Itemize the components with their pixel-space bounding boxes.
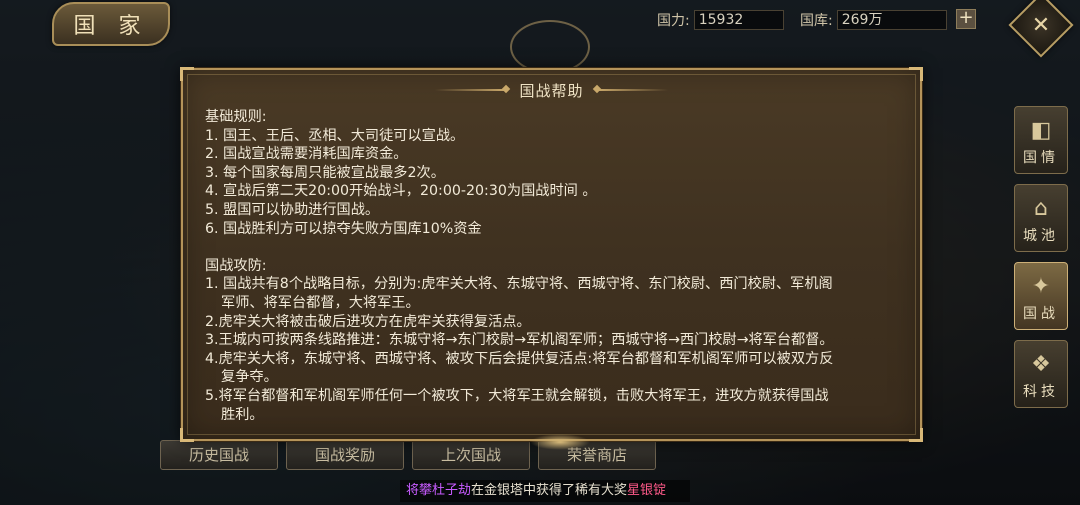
tab-last-war[interactable]: 上次国战 [412,440,530,470]
treasury-display: 国库: 269万 [800,9,947,31]
corner-ornament [180,428,194,442]
basic-rule-item: 2. 国战宣战需要消耗国库资金。 [205,146,408,163]
tab-war-history[interactable]: 历史国战 [160,440,278,470]
tab-war-rewards[interactable]: 国战奖励 [286,440,404,470]
basic-rule-item: 3. 每个国家每周只能被宣战最多2次。 [205,164,445,181]
close-icon: ✕ [1031,12,1051,38]
marquee-player: 将攀杜子劫 [406,483,472,498]
side-tab-country-info[interactable]: ◧ 国情 [1014,106,1068,174]
attack-rule-line: 5.将军台都督和军机阁军师任何一个被攻下，大将军王就会解锁，击败大将军王，进攻方… [205,387,829,404]
attack-rule-line: 3.王城内可按两条线路推进：东城守将→东门校尉→军机阁军师；西城守将→西门校尉→… [205,332,834,349]
side-tab-cities[interactable]: ⌂ 城池 [1014,184,1068,252]
attack-rule-item: 4.虎牢关大将，东城守将、西城守将、被攻下后会提供复活点:将军台都督和军机阁军师… [205,350,898,387]
dialog-title-bar: 国战帮助 [183,78,920,102]
attack-rule-item: 3.王城内可按两条线路推进：东城守将→东门校尉→军机阁军师；西城守将→西门校尉→… [205,331,898,350]
city-gate-icon: ⌂ [1034,196,1048,221]
page-title: 国 家 [52,2,170,46]
basic-rule-item: 6. 国战胜利方可以掠夺失败方国库10%资金 [205,220,482,237]
top-ornament [510,20,590,74]
treasury-add-button[interactable]: + [956,9,976,29]
broadcast-marquee: 将攀杜子劫在金银塔中获得了稀有大奖星银锭 [400,480,690,502]
national-power-display: 国力: 15932 [657,9,784,31]
tech-icon: ❖ [1031,352,1051,377]
side-tab-label: 国情 [1023,150,1059,166]
attack-rule-item: 1. 国战共有8个战略目标，分别为:虎牢关大将、东城守将、西城守将、东门校尉、西… [205,275,898,312]
dialog-body: 基础规则: 1. 国王、王后、丞相、大司徒可以宣战。 2. 国战宣战需要消耗国库… [205,108,898,424]
side-tab-label: 城池 [1023,228,1059,244]
book-icon: ◧ [1030,118,1052,143]
attack-rule-continuation: 胜利。 [221,406,264,423]
bottom-ornament [530,434,590,450]
attack-rule-item: 2.虎牢关大将被击破后进攻方在虎牢关获得复活点。 [205,313,898,332]
basic-rule-item: 1. 国王、王后、丞相、大司徒可以宣战。 [205,127,465,144]
marquee-prize: 星银锭 [627,483,667,498]
treasury-label: 国库: [800,13,833,29]
side-tab-national-war[interactable]: ✦ 国战 [1014,262,1068,330]
title-ornament-right [597,89,668,91]
marquee-text: 在金银塔中获得了稀有大奖 [471,483,628,498]
attack-rule-line: 2.虎牢关大将被击破后进攻方在虎牢关获得复活点。 [205,313,531,330]
treasury-value: 269万 [836,10,947,30]
attack-rule-continuation: 军师、将军台都督，大将军王。 [221,294,420,311]
side-tab-label: 科技 [1023,384,1059,400]
national-power-label: 国力: [657,13,690,29]
attack-rule-item: 5.将军台都督和军机阁军师任何一个被攻下，大将军王就会解锁，击败大将军王，进攻方… [205,387,898,424]
attack-rule-line: 4.虎牢关大将，东城守将、西城守将、被攻下后会提供复活点:将军台都督和军机阁军师… [205,350,834,367]
basic-rule-item: 5. 盟国可以协助进行国战。 [205,201,380,218]
national-power-value: 15932 [693,10,784,30]
dialog-title: 国战帮助 [519,81,584,100]
help-dialog: 国战帮助 基础规则: 1. 国王、王后、丞相、大司徒可以宣战。 2. 国战宣战需… [180,67,923,442]
battle-icon: ✦ [1031,274,1051,299]
attack-rule-line: 1. 国战共有8个战略目标，分别为:虎牢关大将、东城守将、西城守将、东门校尉、西… [205,276,833,293]
corner-ornament [909,428,923,442]
attack-rule-continuation: 复争夺。 [221,369,278,386]
basic-rule-item: 4. 宣战后第二天20:00开始战斗，20:00-20:30为国战时间 。 [205,183,597,200]
title-ornament-left [435,89,506,91]
side-tab-label: 国战 [1023,306,1059,322]
side-tab-technology[interactable]: ❖ 科技 [1014,340,1068,408]
basic-rules-heading: 基础规则: [205,109,267,125]
attack-defense-heading: 国战攻防: [205,257,267,274]
